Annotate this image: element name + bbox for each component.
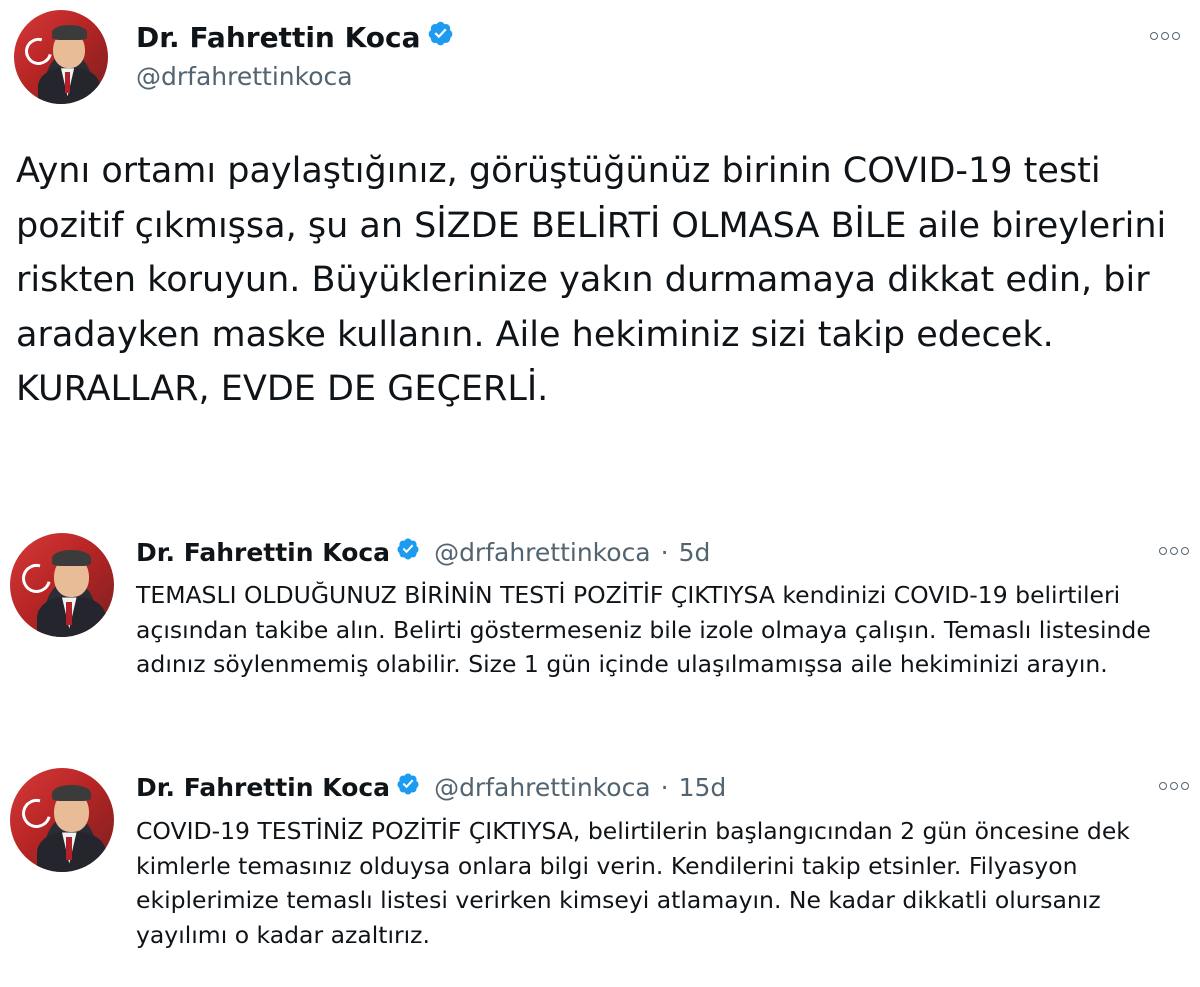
avatar-hair — [51, 549, 92, 567]
avatar-hair — [51, 25, 88, 41]
separator-dot: · — [660, 772, 669, 802]
author-handle[interactable]: @drfahrettinkoca — [434, 773, 651, 802]
verified-badge-icon — [427, 20, 454, 54]
verified-badge-icon — [396, 537, 420, 567]
verified-badge-icon — [396, 772, 420, 802]
separator-dot: · — [660, 537, 669, 567]
avatar-tie — [64, 72, 71, 93]
tweet-text: TEMASLI OLDUĞUNUZ BİRİNİN TESTİ POZİTİF … — [136, 581, 1151, 678]
avatar-tie — [66, 601, 73, 625]
tweet-text: Aynı ortamı paylaştığınız, görüştüğünüz … — [16, 151, 1167, 409]
more-options-icon[interactable] — [1159, 547, 1189, 555]
avatar[interactable] — [10, 768, 114, 872]
author-name[interactable]: Dr. Fahrettin Koca — [136, 20, 454, 54]
more-options-icon[interactable] — [1150, 32, 1180, 40]
thread-tweet-header: Dr. Fahrettin Koca @drfahrettinkoca · 5d — [136, 537, 710, 567]
flag-crescent-icon — [20, 33, 57, 70]
author-handle[interactable]: @drfahrettinkoca — [434, 538, 651, 567]
avatar-tie — [66, 836, 73, 860]
more-options-icon[interactable] — [1159, 782, 1189, 790]
flag-crescent-icon — [17, 793, 57, 834]
avatar[interactable] — [10, 533, 114, 637]
avatar[interactable] — [14, 10, 108, 104]
author-name[interactable]: Dr. Fahrettin Koca — [136, 538, 390, 567]
thread-tweet-header: Dr. Fahrettin Koca @drfahrettinkoca · 15… — [136, 772, 726, 802]
tweet-age[interactable]: 5d — [679, 538, 711, 567]
flag-crescent-icon — [17, 558, 57, 599]
author-name-text: Dr. Fahrettin Koca — [136, 20, 421, 54]
tweet-age[interactable]: 15d — [679, 773, 727, 802]
avatar-hair — [51, 784, 92, 802]
tweet-text: COVID-19 TESTİNİZ POZİTİF ÇIKTIYSA, beli… — [136, 817, 1130, 949]
author-name[interactable]: Dr. Fahrettin Koca — [136, 773, 390, 802]
author-handle[interactable]: @drfahrettinkoca — [136, 62, 353, 91]
